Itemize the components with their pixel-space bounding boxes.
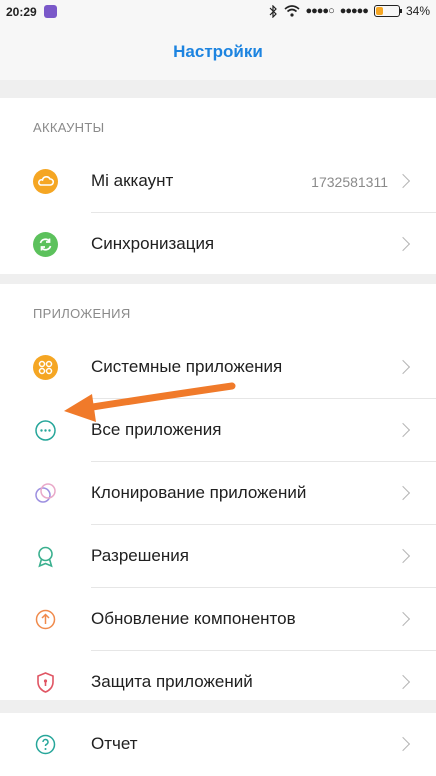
sync-row[interactable]: Синхронизация	[0, 213, 436, 276]
shield-icon	[33, 670, 58, 695]
app-notification-icon	[44, 5, 57, 18]
status-bar: 20:29 ●●●●○ ●●●●● 34%	[0, 0, 436, 26]
cloud-icon	[33, 169, 58, 194]
more-dots-icon	[33, 418, 58, 443]
support-section: Отчет	[0, 713, 436, 776]
all-apps-row[interactable]: Все приложения	[0, 399, 436, 462]
chevron-right-icon	[395, 422, 411, 438]
battery-icon	[373, 5, 402, 17]
system-apps-label: Системные приложения	[91, 357, 283, 376]
chevron-right-icon	[395, 674, 411, 690]
dual-apps-label: Клонирование приложений	[91, 483, 307, 502]
permissions-row[interactable]: Разрешения	[0, 525, 436, 588]
component-update-label: Обновление компонентов	[91, 609, 296, 628]
signal-sim2-icon: ●●●●●	[339, 5, 369, 17]
dual-apps-row[interactable]: Клонирование приложений	[0, 462, 436, 525]
chevron-right-icon	[395, 236, 411, 252]
sync-icon	[33, 232, 58, 257]
chevron-right-icon	[395, 548, 411, 564]
permissions-label: Разрешения	[91, 546, 189, 565]
sync-label: Синхронизация	[91, 234, 215, 253]
accounts-heading: АККАУНТЫ	[33, 120, 105, 135]
apps-section: ПРИЛОЖЕНИЯ Системные приложения Все прил…	[0, 284, 436, 700]
clone-icon	[33, 481, 58, 506]
ribbon-icon	[33, 544, 58, 569]
bluetooth-icon	[269, 4, 277, 18]
feedback-row[interactable]: Отчет	[0, 713, 436, 776]
title-bar: Настройки	[0, 26, 436, 80]
app-lock-row[interactable]: Защита приложений	[0, 651, 436, 714]
component-update-row[interactable]: Обновление компонентов	[0, 588, 436, 651]
signal-sim1-icon: ●●●●○	[305, 5, 335, 17]
mi-account-row[interactable]: Mi аккаунт 1732581311	[0, 150, 436, 213]
status-time: 20:29	[6, 5, 37, 19]
chevron-right-icon	[395, 485, 411, 501]
battery-percent: 34%	[405, 4, 430, 18]
chevron-right-icon	[395, 173, 411, 189]
system-apps-row[interactable]: Системные приложения	[0, 336, 436, 399]
apps-heading: ПРИЛОЖЕНИЯ	[33, 306, 131, 321]
chevron-right-icon	[395, 611, 411, 627]
accounts-section: АККАУНТЫ Mi аккаунт 1732581311 Синхрониз…	[0, 98, 436, 274]
all-apps-label: Все приложения	[91, 420, 222, 439]
help-icon	[33, 732, 58, 757]
mi-account-label: Mi аккаунт	[91, 171, 174, 190]
wifi-icon	[283, 5, 300, 17]
grid-icon	[33, 355, 58, 380]
chevron-right-icon	[395, 359, 411, 375]
status-indicators: ●●●●○ ●●●●● 34%	[268, 4, 430, 18]
feedback-label: Отчет	[91, 734, 138, 753]
page-title: Настройки	[173, 42, 263, 61]
update-icon	[33, 607, 58, 632]
app-lock-label: Защита приложений	[91, 672, 253, 691]
chevron-right-icon	[395, 736, 411, 752]
mi-account-id: 1732581311	[311, 174, 388, 190]
